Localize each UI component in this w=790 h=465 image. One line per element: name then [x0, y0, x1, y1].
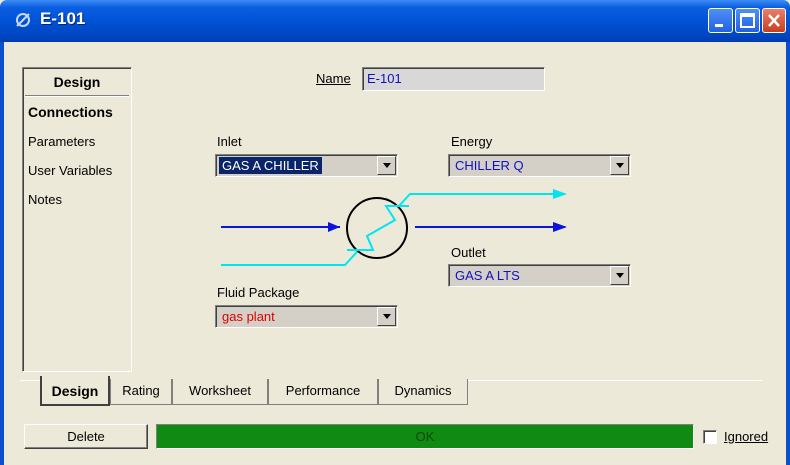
close-button[interactable] — [762, 8, 786, 33]
outlet-dropdown-button[interactable] — [610, 266, 629, 285]
dropdown-arrow-icon — [615, 163, 624, 168]
nav-header: Design — [53, 74, 101, 90]
dropdown-arrow-icon — [382, 163, 391, 168]
energy-label: Energy — [451, 134, 493, 149]
outlet-value: GAS A LTS — [455, 268, 520, 283]
window-app-icon — [16, 13, 30, 27]
minimize-button[interactable] — [708, 8, 733, 33]
fluid-package-select[interactable]: gas plant — [215, 305, 398, 328]
inlet-value: GAS A CHILLER — [219, 157, 322, 174]
tab-rating[interactable]: Rating — [110, 379, 172, 405]
heat-exchanger-icon — [346, 197, 409, 259]
outlet-select[interactable]: GAS A LTS — [448, 264, 631, 287]
ignored-checkbox[interactable] — [703, 430, 717, 444]
window-title: E-101 — [40, 9, 86, 28]
tab-dynamics[interactable]: Dynamics — [378, 379, 468, 405]
energy-stream-arrow — [553, 189, 567, 199]
nav-item-user-variables[interactable]: User Variables — [28, 163, 112, 178]
outlet-stream-arrow — [553, 222, 567, 232]
dropdown-arrow-icon — [615, 273, 624, 278]
name-field[interactable]: E-101 — [362, 67, 545, 91]
maximize-button[interactable] — [735, 8, 760, 33]
tab-worksheet[interactable]: Worksheet — [172, 379, 268, 405]
fluid-package-dropdown-button[interactable] — [377, 307, 396, 326]
inlet-label: Inlet — [217, 134, 242, 149]
window-frame-left — [0, 42, 4, 465]
dropdown-arrow-icon — [382, 314, 391, 319]
status-bar: OK — [156, 424, 694, 449]
delete-button[interactable]: Delete — [24, 424, 148, 449]
window-frame-right — [786, 42, 790, 465]
energy-value: CHILLER Q — [455, 158, 524, 173]
energy-select[interactable]: CHILLER Q — [448, 154, 631, 177]
minimize-icon — [715, 24, 723, 27]
ignored-label[interactable]: Ignored — [724, 429, 768, 444]
heat-exchanger-diagram — [221, 189, 567, 266]
name-label: Name — [316, 71, 351, 86]
outlet-label: Outlet — [451, 245, 486, 260]
inlet-dropdown-button[interactable] — [377, 156, 396, 175]
fluid-package-value: gas plant — [222, 309, 275, 324]
tab-performance[interactable]: Performance — [268, 379, 378, 405]
tab-design[interactable]: Design — [40, 376, 110, 406]
nav-item-parameters[interactable]: Parameters — [28, 134, 95, 149]
design-nav-panel: Design Connections Parameters User Varia… — [22, 67, 132, 372]
maximize-icon — [740, 13, 755, 28]
fluid-package-label: Fluid Package — [217, 285, 300, 300]
nav-divider — [25, 95, 129, 97]
energy-dropdown-button[interactable] — [610, 156, 629, 175]
inlet-select[interactable]: GAS A CHILLER — [215, 154, 398, 177]
nav-item-connections[interactable]: Connections — [28, 104, 113, 120]
close-icon — [768, 14, 780, 27]
inlet-stream-arrow — [328, 222, 340, 232]
title-bar[interactable]: E-101 — [0, 0, 790, 42]
nav-item-notes[interactable]: Notes — [28, 192, 62, 207]
